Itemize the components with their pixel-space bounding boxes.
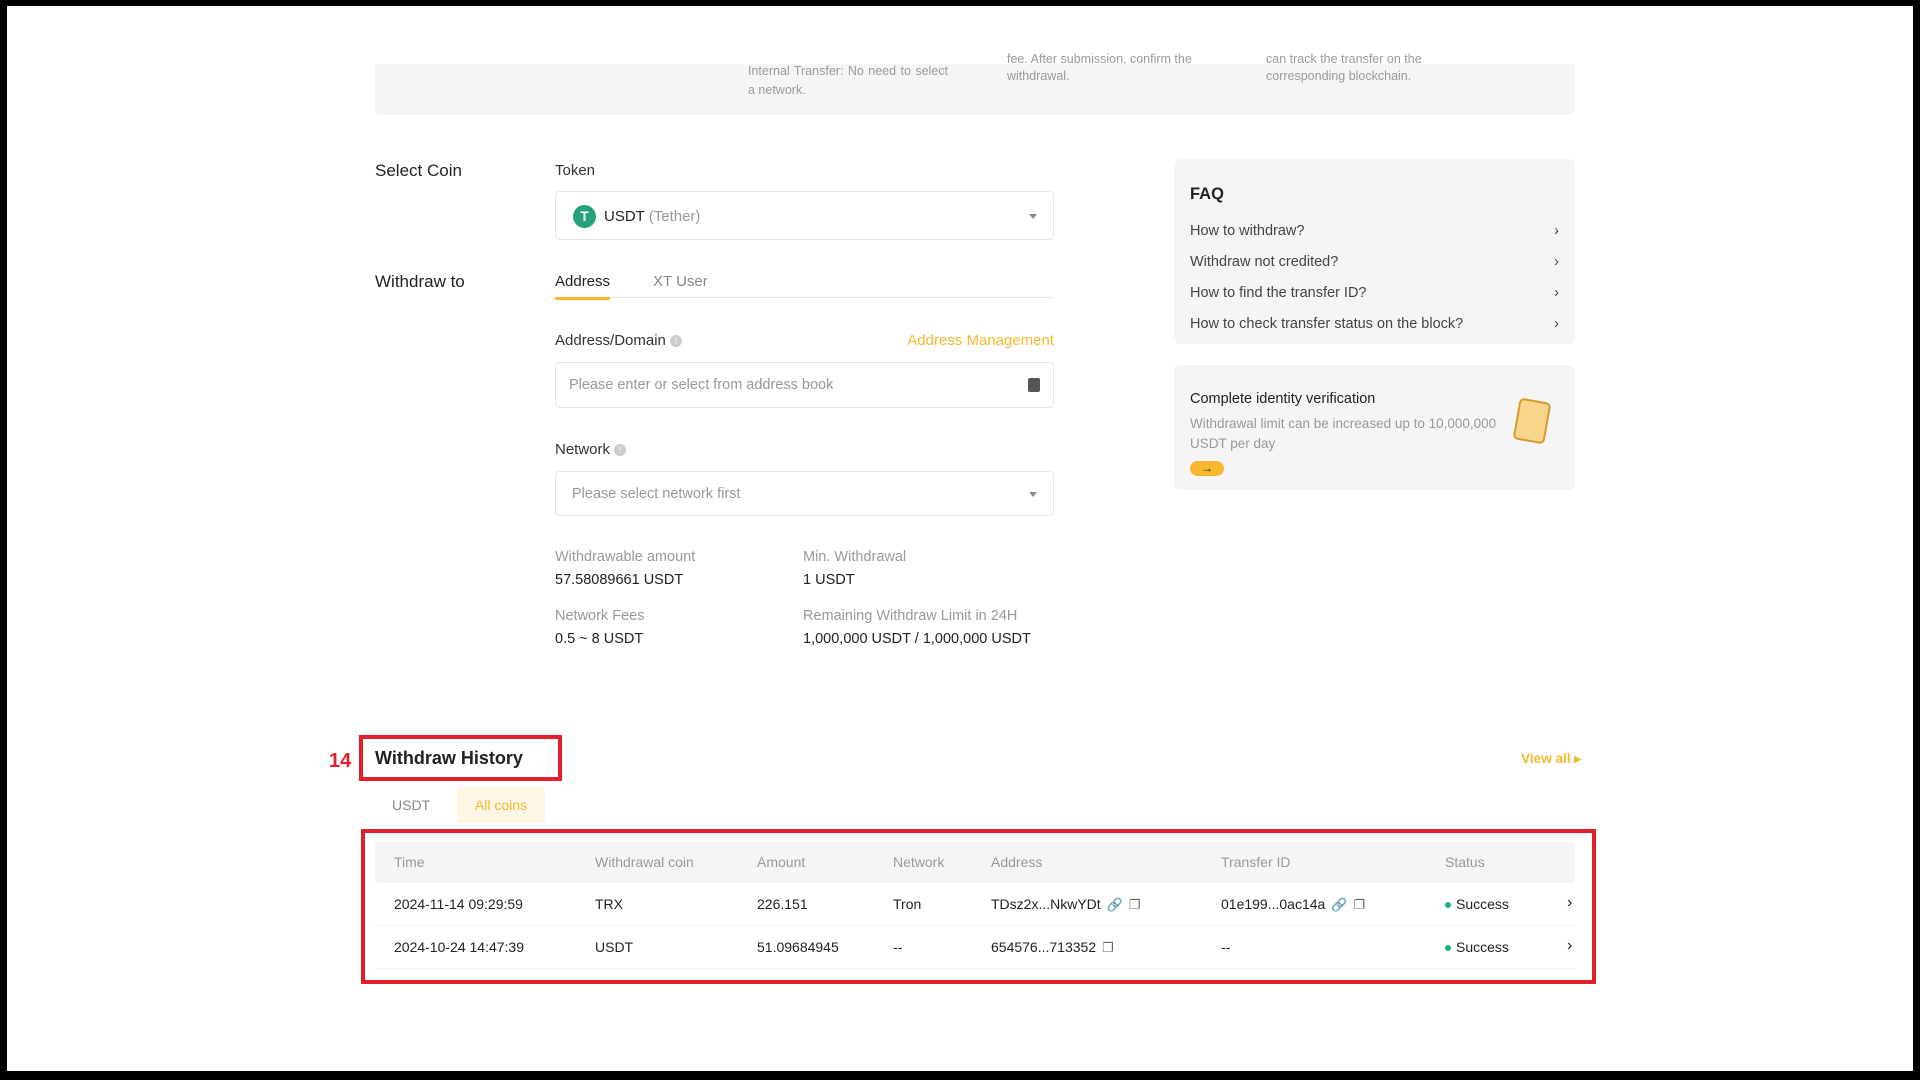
chevron-right-icon[interactable]: › [1567,937,1572,955]
chevron-down-icon [1029,214,1037,219]
token-name: (Tether) [648,208,701,225]
address-label: Address/Domain [555,332,666,349]
faq-title: FAQ [1190,185,1224,203]
min-withdrawal-label: Min. Withdrawal [803,549,907,565]
faq-item-label: Withdraw not credited? [1190,254,1339,270]
step-text-track: corresponding blockchain. [1266,69,1412,83]
column-header: Network [893,854,945,870]
cell-coin: USDT [595,939,634,955]
cell-time: 2024-11-14 09:29:59 [394,896,523,912]
table-row[interactable]: 2024-10-24 14:47:39 USDT 51.09684945 -- … [375,926,1575,969]
step-text-confirm: withdrawal. [1007,69,1070,83]
cell-transfer-id: 01e199...0ac14a [1221,896,1326,912]
address-input[interactable]: Please enter or select from address book [555,362,1054,408]
status-dot-icon [1445,945,1451,952]
status-dot-icon [1445,902,1451,909]
chevron-right-icon: › [1554,223,1559,239]
column-header: Status [1445,854,1485,870]
faq-item-label: How to find the transfer ID? [1190,285,1367,301]
column-header: Address [991,854,1043,870]
info-icon[interactable]: ! [614,444,627,457]
copy-icon[interactable]: ❐ [1102,940,1114,956]
withdrawable-value: 57.58089661 USDT [555,572,684,588]
step-text-internal: Internal Transfer: No need to select a n… [748,64,948,97]
token-symbol: USDT [604,208,645,225]
withdraw-limit-label: Remaining Withdraw Limit in 24H [803,608,1018,624]
step-text-cut: fee. After submission, confirm the [1007,52,1192,64]
status-badge: Success [1456,896,1509,912]
cell-address: TDsz2x...NkwYDt [991,896,1101,912]
link-icon[interactable]: 🔗 [1107,897,1123,913]
chevron-right-icon: › [1554,316,1559,332]
view-all-link[interactable]: View all ▸ [1521,751,1581,767]
token-label: Token [555,162,596,179]
cell-transfer-id: -- [1221,939,1231,955]
network-placeholder: Please select network first [572,486,741,502]
network-fees-value: 0.5 ~ 8 USDT [555,631,644,647]
faq-panel: FAQ How to withdraw? › Withdraw not credi… [1174,159,1575,344]
withdraw-to-label: Withdraw to [375,272,465,291]
withdraw-history-title: Withdraw History [375,748,523,768]
cell-time: 2024-10-24 14:47:39 [394,939,524,955]
chevron-right-icon[interactable]: › [1567,894,1572,912]
withdrawable-label: Withdrawable amount [555,549,696,565]
cell-amount: 51.09684945 [757,939,839,955]
address-management-link[interactable]: Address Management [907,332,1054,349]
verification-desc: Withdrawal limit can be increased up to … [1190,416,1497,451]
faq-item[interactable]: How to find the transfer ID? › [1190,285,1559,301]
address-book-icon[interactable] [1028,378,1040,392]
info-icon[interactable]: ! [670,335,683,348]
network-select[interactable]: Please select network first [555,471,1054,516]
cell-amount: 226.151 [757,896,808,912]
filter-usdt[interactable]: USDT [392,797,430,813]
address-placeholder: Please enter or select from address book [569,377,834,393]
withdraw-limit-value: 1,000,000 USDT / 1,000,000 USDT [803,631,1031,647]
step-text-cut: can track the transfer on the [1266,52,1422,64]
table-row[interactable]: 2024-11-14 09:29:59 TRX 226.151 Tron TDs… [375,883,1575,926]
tether-icon: T [573,205,596,228]
verification-panel: Complete identity verification Withdrawa… [1174,365,1575,490]
copy-icon[interactable]: ❐ [1354,897,1366,913]
cell-coin: TRX [595,896,623,912]
table-header: Time Withdrawal coin Amount Network Addr… [375,842,1575,883]
verify-arrow-button[interactable]: → [1190,461,1224,476]
view-all-label: View all [1521,751,1571,766]
column-header: Time [394,854,425,870]
annotation-number: 14 [329,750,352,772]
network-label: Network [555,441,611,458]
network-fees-label: Network Fees [555,608,645,624]
cell-network: Tron [893,896,922,912]
chevron-right-icon: › [1554,254,1559,270]
chevron-down-icon [1029,492,1037,497]
link-icon[interactable]: 🔗 [1331,897,1347,913]
chevron-right-icon: › [1554,285,1559,301]
min-withdrawal-value: 1 USDT [803,572,855,588]
column-header: Transfer ID [1221,854,1291,870]
filter-all-coins[interactable]: All coins [457,787,545,823]
column-header: Amount [757,854,806,870]
caret-right-icon: ▸ [1574,751,1581,766]
faq-item[interactable]: How to check transfer status on the bloc… [1190,316,1559,332]
status-badge: Success [1456,939,1509,955]
token-select[interactable]: T USDT (Tether) [555,191,1054,240]
select-coin-label: Select Coin [375,161,462,180]
withdraw-steps-panel: Internal Transfer: No need to select a n… [375,52,1575,115]
faq-item[interactable]: Withdraw not credited? › [1190,254,1559,270]
faq-item-label: How to check transfer status on the bloc… [1190,316,1464,332]
cell-address: 654576...713352 [991,939,1097,955]
faq-item-label: How to withdraw? [1190,223,1305,239]
faq-item[interactable]: How to withdraw? › [1190,223,1559,239]
tab-address[interactable]: Address [555,273,611,300]
id-card-illustration-icon [1512,397,1552,445]
tab-xt-user[interactable]: XT User [653,273,708,290]
cell-network: -- [893,939,903,955]
column-header: Withdrawal coin [595,854,694,870]
verification-title: Complete identity verification [1190,391,1376,407]
copy-icon[interactable]: ❐ [1129,897,1141,913]
